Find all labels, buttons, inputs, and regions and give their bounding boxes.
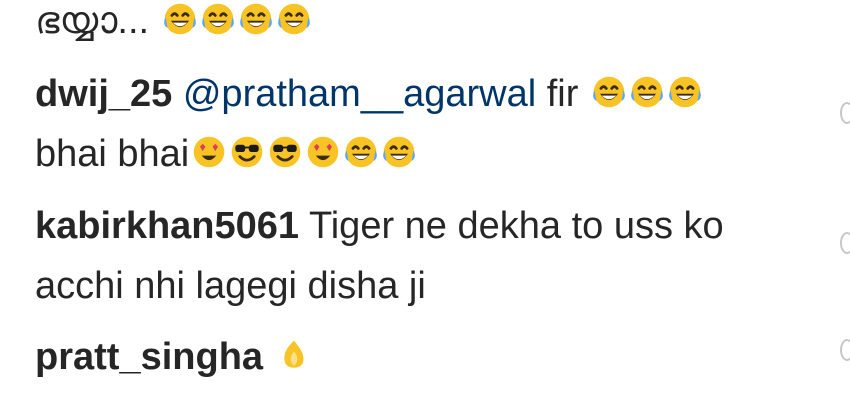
comment-text: ഭയ്യാ... xyxy=(35,0,150,42)
laughing-tears-emoji-icon xyxy=(631,76,663,108)
laughing-tears-emoji-icon xyxy=(277,3,310,35)
like-heart-icon[interactable] xyxy=(840,102,850,124)
laughing-tears-emoji-icon xyxy=(239,3,272,35)
comment-text-continued: bhai bhai xyxy=(35,133,190,175)
comment-item: dwij_25 @pratham__agarwal fir bhai bhai xyxy=(35,64,815,184)
heart-eyes-emoji-icon xyxy=(193,136,225,168)
comment-item: ഭയ്യാ... xyxy=(35,0,815,51)
laughing-tears-emoji-icon xyxy=(345,136,378,168)
laughing-tears-emoji-icon xyxy=(593,76,625,108)
like-heart-icon[interactable] xyxy=(840,339,850,361)
laughing-tears-emoji-icon xyxy=(669,76,701,108)
comment-item: kabirkhan5061 Tiger ne dekha to uss ko a… xyxy=(35,196,815,316)
laughing-tears-emoji-icon xyxy=(201,3,234,35)
comment-item: pratt_singha xyxy=(35,327,815,387)
comment-text: fir xyxy=(546,73,579,115)
emoji-row xyxy=(189,133,417,175)
comment-username[interactable]: pratt_singha xyxy=(35,336,263,378)
laughing-tears-emoji-icon xyxy=(383,136,416,168)
laughing-tears-emoji-icon xyxy=(163,3,196,35)
comment-username[interactable]: kabirkhan5061 xyxy=(35,205,299,247)
fire-emoji-icon xyxy=(283,340,304,368)
comment-username[interactable]: dwij_25 xyxy=(35,73,172,115)
comment-mention[interactable]: @pratham__agarwal xyxy=(183,73,536,115)
heart-eyes-emoji-icon xyxy=(307,136,339,168)
sunglasses-emoji-icon xyxy=(269,136,301,168)
emoji-row xyxy=(589,73,703,115)
like-heart-icon[interactable] xyxy=(840,232,850,254)
emoji-row xyxy=(274,336,312,378)
comments-list: ഭയ്യാ... dwij_25 @pratham__agarwal fir b… xyxy=(0,0,850,405)
sunglasses-emoji-icon xyxy=(231,136,263,168)
emoji-row xyxy=(160,0,312,42)
